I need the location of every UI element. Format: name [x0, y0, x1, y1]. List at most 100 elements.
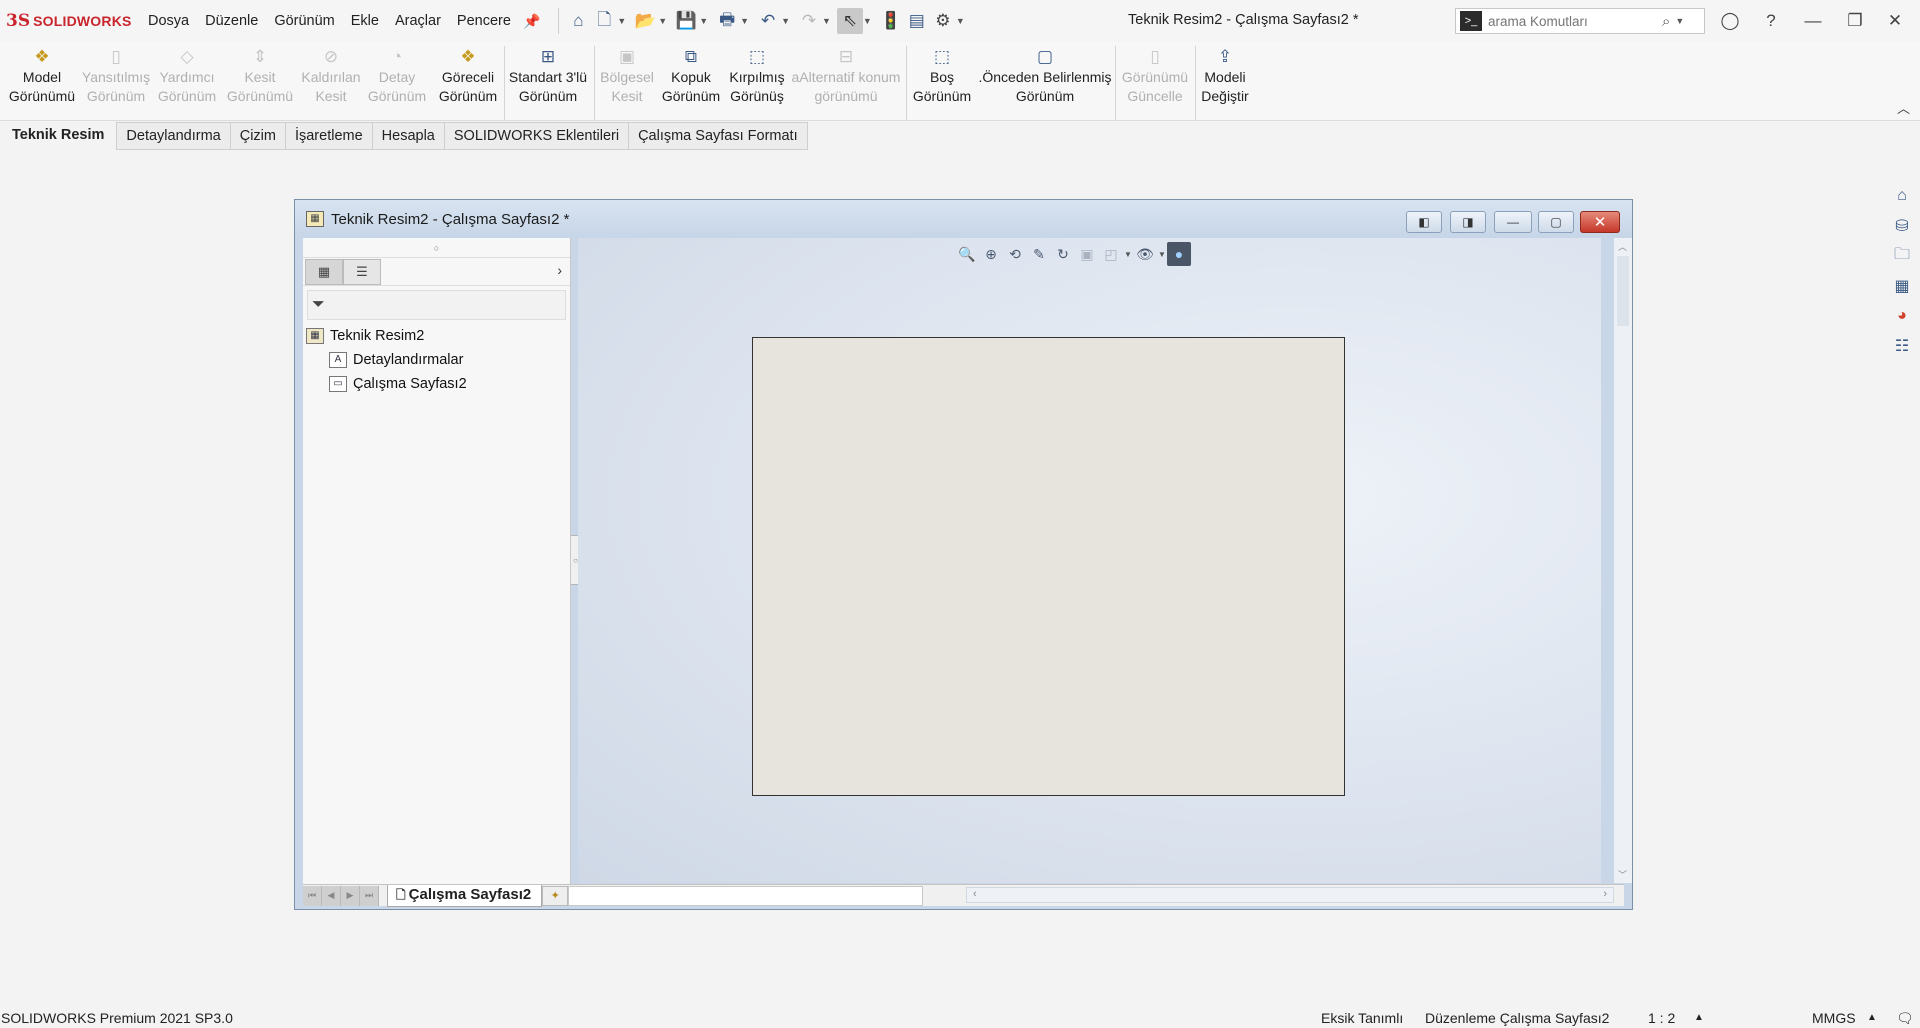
projected-view-button[interactable]: ▯ Yansıtılmış Görünüm: [80, 46, 152, 106]
zoom-to-fit-icon[interactable]: 🔍: [955, 242, 979, 266]
removed-section-button[interactable]: ⊘ Kaldırılan Kesit: [298, 46, 364, 106]
chevron-down-icon[interactable]: ▼: [781, 16, 790, 26]
scene-icon[interactable]: ●: [1167, 242, 1191, 266]
print-icon[interactable]: 🖶: [714, 8, 740, 34]
scroll-down-icon[interactable]: ﹀: [1618, 868, 1627, 881]
collapse-ribbon-icon[interactable]: ︿: [1897, 98, 1910, 117]
prev-sheet-icon[interactable]: ◀: [322, 885, 341, 906]
tree-item-annotations[interactable]: A Detaylandırmalar: [303, 348, 570, 372]
graphics-area[interactable]: 🔍 ⊕ ⟲ ✎ ↻ ▣ ◰ ▼ 👁 ▼ ●: [578, 238, 1601, 883]
chevron-down-icon[interactable]: ▼: [740, 16, 749, 26]
broken-out-section-button[interactable]: ▣ Bölgesel Kesit: [596, 46, 658, 106]
view-palette-icon[interactable]: ▦: [1887, 271, 1917, 301]
minimize-icon[interactable]: —: [1800, 8, 1826, 34]
hide-show-icon[interactable]: 👁: [1133, 242, 1157, 266]
filter-icon[interactable]: ⏷: [307, 290, 566, 320]
scroll-left-icon[interactable]: ‹: [973, 888, 977, 900]
empty-view-button[interactable]: ⬚ Boş Görünüm: [908, 46, 976, 106]
menu-file[interactable]: Dosya: [140, 13, 197, 29]
tab-add-ins[interactable]: SOLIDWORKS Eklentileri: [444, 122, 630, 150]
undo-icon[interactable]: ↶: [755, 8, 781, 34]
chevron-down-icon[interactable]: ▼: [863, 16, 872, 26]
file-explorer-icon[interactable]: 🗀: [1887, 241, 1917, 271]
vertical-scrollbar[interactable]: ︿ ﹀: [1614, 238, 1632, 883]
solidworks-logo[interactable]: 3S SOLIDWORKS: [0, 11, 140, 31]
new-document-icon[interactable]: 🗋: [591, 8, 617, 34]
property-manager-tab-icon[interactable]: ☰: [343, 258, 381, 285]
save-icon[interactable]: 💾: [673, 8, 699, 34]
chevron-up-icon[interactable]: ▲: [1867, 1012, 1877, 1023]
chevron-down-icon[interactable]: ▼: [617, 16, 626, 26]
detail-view-button[interactable]: ◔ Detay Görünüm: [364, 46, 430, 106]
zoom-to-area-icon[interactable]: ⊕: [979, 242, 1003, 266]
chevron-down-icon[interactable]: ▼: [822, 16, 831, 26]
chevron-down-icon[interactable]: ▼: [1675, 16, 1684, 26]
tile-horizontal-icon[interactable]: ◧: [1406, 211, 1442, 233]
panel-grip-icon[interactable]: ○: [303, 238, 570, 258]
chevron-down-icon[interactable]: ▼: [699, 16, 708, 26]
section-icon[interactable]: ▣: [1075, 242, 1099, 266]
previous-view-icon[interactable]: ⟲: [1003, 242, 1027, 266]
auxiliary-view-button[interactable]: ◇ Yardımcı Görünüm: [152, 46, 222, 106]
pan-icon[interactable]: ✎: [1027, 242, 1051, 266]
horizontal-scrollbar[interactable]: ‹ ›: [966, 887, 1614, 903]
first-sheet-icon[interactable]: ⏮: [303, 885, 322, 906]
tab-sheet-format[interactable]: Çalışma Sayfası Formatı: [629, 122, 808, 150]
help-icon[interactable]: ?: [1758, 8, 1784, 34]
scrollbar-thumb[interactable]: [1617, 256, 1629, 326]
file-properties-icon[interactable]: ▤: [904, 8, 930, 34]
add-sheet-icon[interactable]: ✦: [542, 885, 569, 906]
tab-annotation[interactable]: Detaylandırma: [116, 122, 231, 150]
scroll-right-icon[interactable]: ›: [1603, 888, 1607, 900]
scroll-up-icon[interactable]: ︿: [1618, 240, 1627, 253]
tree-item-drawing[interactable]: ▦ Teknik Resim2: [303, 324, 570, 348]
last-sheet-icon[interactable]: ⏭: [360, 885, 379, 906]
user-account-icon[interactable]: ◯: [1717, 8, 1743, 34]
traffic-light-icon[interactable]: 🚦: [878, 8, 904, 34]
comment-icon[interactable]: 🗨: [1896, 1010, 1914, 1027]
chevron-down-icon[interactable]: ▼: [956, 16, 965, 26]
pin-icon[interactable]: 📌: [523, 13, 540, 30]
doc-maximize-icon[interactable]: ▢: [1538, 211, 1574, 233]
tab-sketch[interactable]: Çizim: [230, 122, 286, 150]
alternate-position-button[interactable]: ⊟ aAlternatif konum görünümü: [790, 46, 902, 106]
select-pointer-icon[interactable]: ⇖: [836, 8, 863, 34]
model-view-button[interactable]: ❖ Model Görünümü: [4, 46, 80, 106]
sheet-scale[interactable]: 1 : 2: [1648, 1010, 1675, 1026]
redo-icon[interactable]: ↷: [796, 8, 822, 34]
chevron-down-icon[interactable]: ▼: [1123, 242, 1133, 266]
view-orientation-icon[interactable]: ◰: [1099, 242, 1123, 266]
predefined-view-button[interactable]: ▢ .Önceden Belirlenmiş Görünüm: [976, 46, 1114, 106]
next-sheet-icon[interactable]: ▶: [341, 885, 360, 906]
unit-system[interactable]: MMGS: [1812, 1010, 1856, 1026]
sheet-tab[interactable]: 🗋 Çalışma Sayfası2: [387, 884, 543, 907]
feature-tree-tab-icon[interactable]: ▦: [305, 258, 343, 285]
design-library-icon[interactable]: ⛁: [1887, 211, 1917, 241]
menu-view[interactable]: Görünüm: [266, 13, 342, 29]
chevron-down-icon[interactable]: ▼: [658, 16, 667, 26]
command-search[interactable]: >_ ⌕ ▼: [1455, 8, 1705, 34]
tile-vertical-icon[interactable]: ◨: [1450, 211, 1486, 233]
home-icon[interactable]: ⌂: [565, 8, 591, 34]
menu-tools[interactable]: Araçlar: [387, 13, 449, 29]
tab-markup[interactable]: İşaretleme: [285, 122, 373, 150]
restore-icon[interactable]: ❐: [1842, 8, 1868, 34]
replace-model-button[interactable]: ⇪ Modeli Değiştir: [1197, 46, 1253, 106]
menu-window[interactable]: Pencere: [449, 13, 519, 29]
close-icon[interactable]: ✕: [1882, 8, 1908, 34]
chevron-up-icon[interactable]: ▲: [1694, 1012, 1704, 1023]
drawing-sheet[interactable]: [752, 337, 1345, 796]
tree-item-sheet[interactable]: ▭ Çalışma Sayfası2: [303, 372, 570, 396]
standard-3-view-button[interactable]: ⊞ Standart 3'lü Görünüm: [506, 46, 590, 106]
doc-minimize-icon[interactable]: —: [1494, 211, 1532, 233]
crop-view-button[interactable]: ⬚ Kırpılmış Görünüş: [724, 46, 790, 106]
search-icon[interactable]: ⌕: [1662, 13, 1670, 30]
doc-close-icon[interactable]: ✕: [1580, 211, 1620, 233]
chevron-down-icon[interactable]: ▼: [1157, 242, 1167, 266]
section-view-button[interactable]: ⇕ Kesit Görünümü: [222, 46, 298, 106]
rotate-icon[interactable]: ↻: [1051, 242, 1075, 266]
search-input[interactable]: [1488, 13, 1658, 29]
update-views-button[interactable]: ▯ Görünümü Güncelle: [1117, 46, 1193, 106]
tab-evaluate[interactable]: Hesapla: [372, 122, 445, 150]
break-view-button[interactable]: ⧉ Kopuk Görünüm: [658, 46, 724, 106]
